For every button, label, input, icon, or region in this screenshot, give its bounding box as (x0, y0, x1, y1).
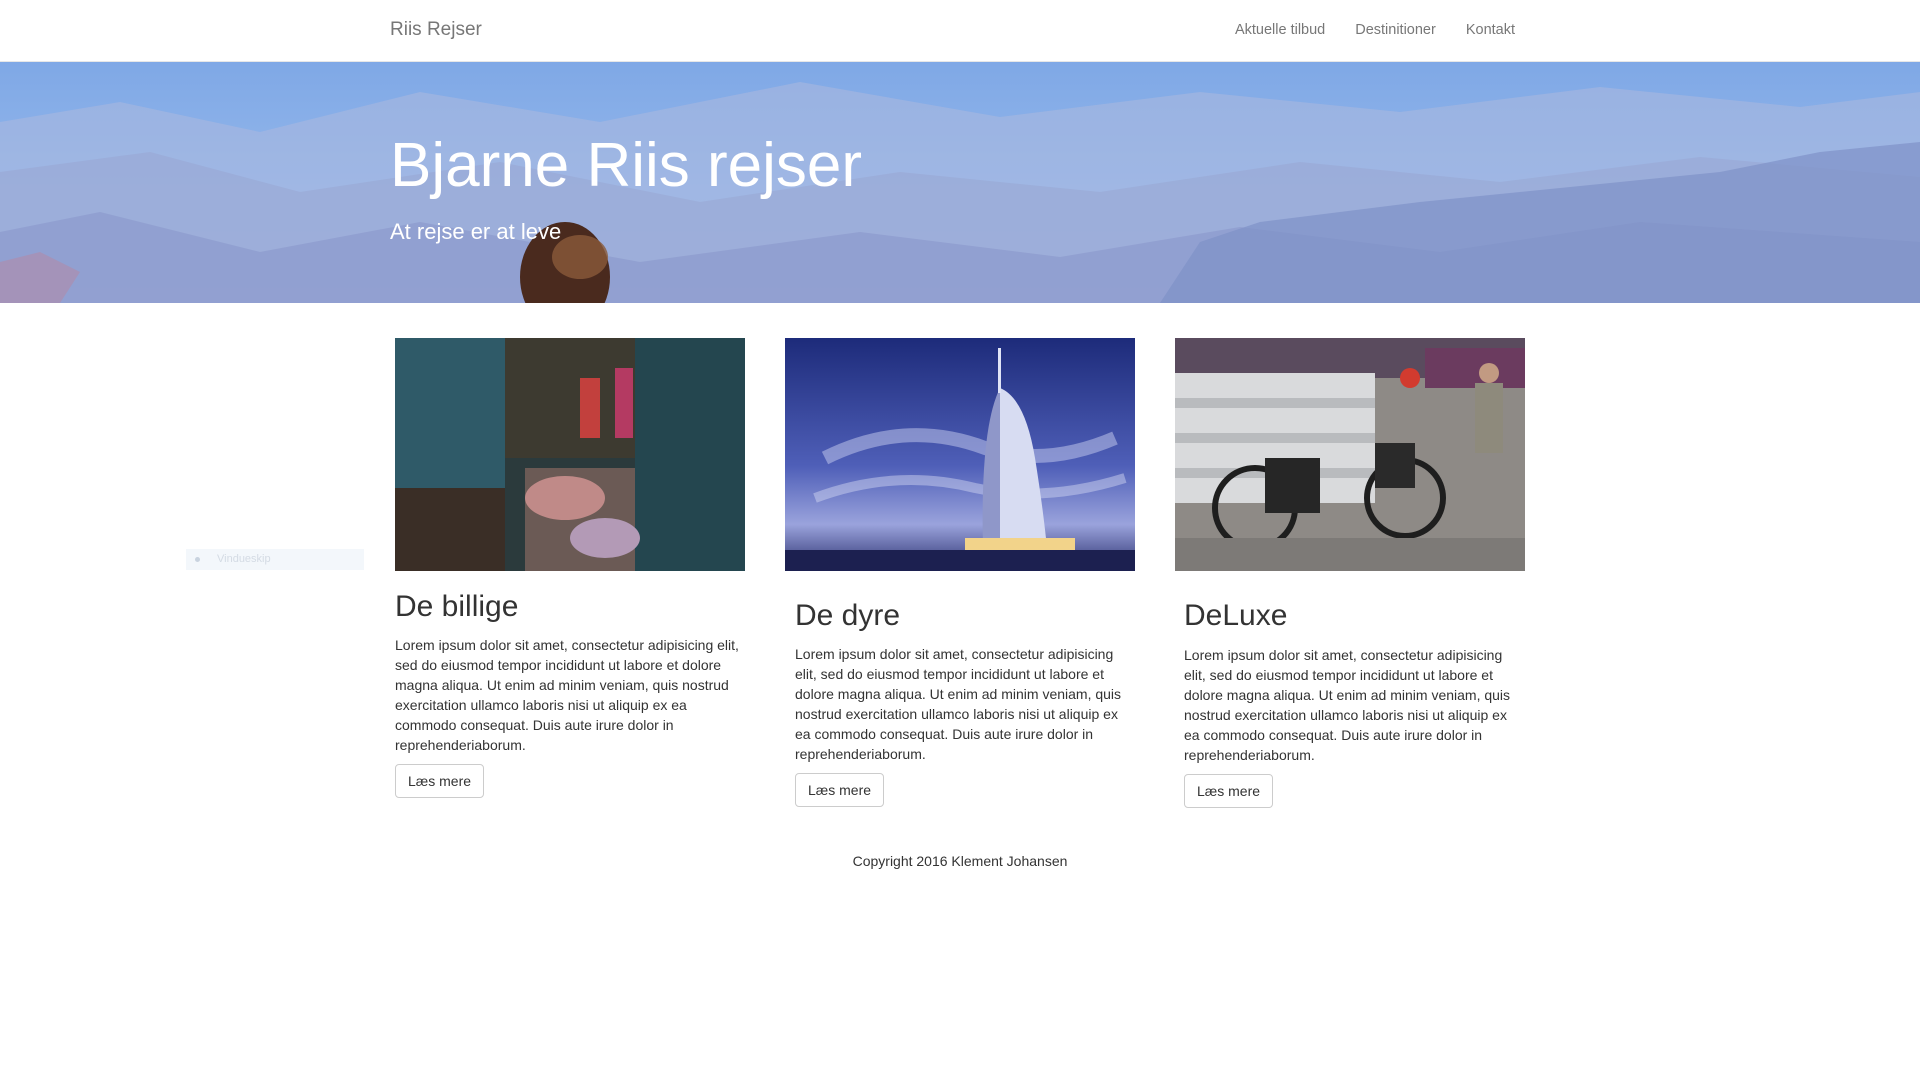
card-image-burj-al-arab (785, 338, 1135, 571)
read-more-button-de-billige[interactable]: Læs mere (395, 764, 485, 798)
card-image-bicycle-station (1175, 338, 1525, 571)
brand-link[interactable]: Riis Rejser (390, 19, 482, 41)
card-title-deluxe: DeLuxe (1184, 599, 1288, 632)
overlay-label: Vindueskip (217, 553, 271, 565)
card-image-slum-interior (395, 338, 745, 571)
footer-copyright: Copyright 2016 Klement Johansen (852, 853, 1068, 869)
hero-banner: Bjarne Riis rejser At rejse er at leve (0, 62, 1920, 303)
nav-links: Aktuelle tilbud Destinitioner Kontakt (1235, 22, 1515, 38)
card-title-de-dyre: De dyre (795, 599, 901, 632)
card-text-de-billige: Lorem ipsum dolor sit amet, consectetur … (395, 637, 739, 753)
nav-link-destinitioner[interactable]: Destinitioner (1355, 22, 1436, 38)
card-title-de-billige: De billige (395, 590, 519, 623)
navbar: Riis Rejser Aktuelle tilbud Destinitione… (0, 0, 1920, 62)
hero-background-image (0, 62, 1920, 303)
card-text-deluxe: Lorem ipsum dolor sit amet, consectetur … (1184, 647, 1511, 763)
overlay-icon (195, 557, 200, 562)
nav-link-kontakt[interactable]: Kontakt (1466, 22, 1515, 38)
hero-subtitle: At rejse er at leve (390, 219, 562, 244)
card-text-de-dyre: Lorem ipsum dolor sit amet, consectetur … (795, 646, 1122, 762)
read-more-button-deluxe[interactable]: Læs mere (1184, 774, 1274, 808)
snipping-overlay[interactable]: Vindueskip (186, 549, 364, 570)
nav-link-aktuelle-tilbud[interactable]: Aktuelle tilbud (1235, 22, 1325, 38)
read-more-button-de-dyre[interactable]: Læs mere (795, 773, 885, 807)
hero-title: Bjarne Riis rejser (390, 131, 863, 200)
